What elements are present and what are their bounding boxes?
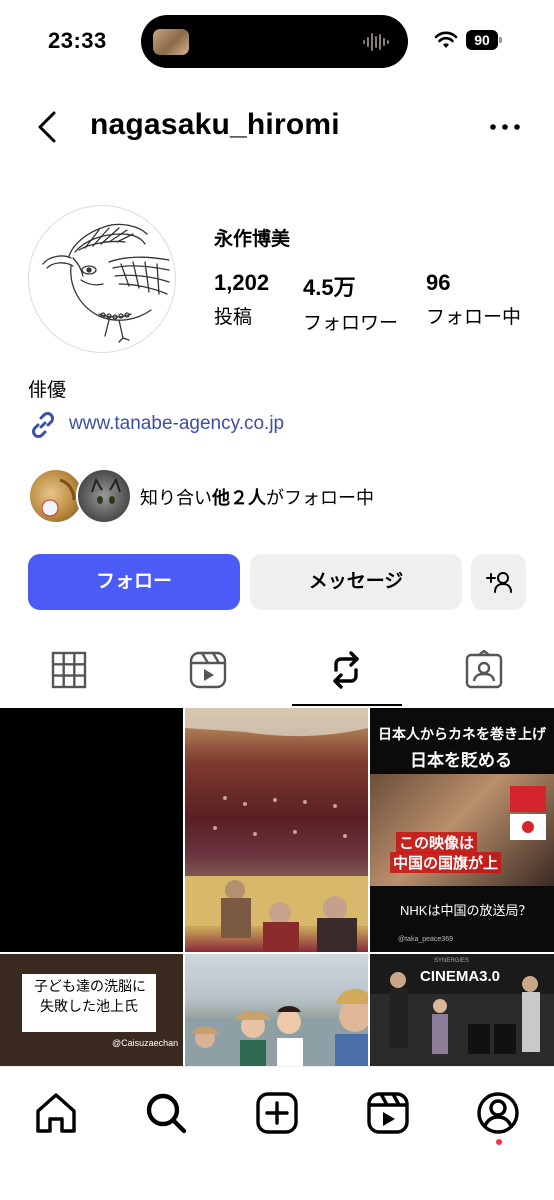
concert-hall-photo (185, 708, 368, 952)
profile-username: nagasaku_hiromi (90, 108, 340, 141)
profile-tabs (0, 640, 554, 706)
profile-nav-icon[interactable] (476, 1091, 520, 1135)
battery-icon: 90 (466, 30, 504, 50)
profile-link-text[interactable]: www.tanabe-agency.co.jp (69, 413, 284, 435)
reels-icon (189, 651, 227, 689)
profile-bio: 俳優 (28, 380, 67, 401)
message-button[interactable]: メッセージ (250, 554, 462, 610)
grid-post[interactable] (185, 954, 368, 1066)
active-tab-indicator (292, 704, 402, 706)
follow-button[interactable]: フォロー (28, 554, 240, 610)
post-caption: 中国の国旗が上 (390, 852, 502, 873)
mutual-count: 他２人 (212, 488, 266, 508)
post-grid: 日本人からカネを巻き上げ 日本を貶める この映像は 中国の国旗が上 NHKは中国… (0, 708, 554, 1066)
grid-post[interactable] (185, 708, 368, 952)
home-icon[interactable] (34, 1091, 78, 1135)
post-handle: @Caisuzaechan (112, 1038, 179, 1048)
profile-header: nagasaku_hiromi (0, 95, 554, 159)
create-post-icon[interactable] (255, 1091, 299, 1135)
tab-tagged[interactable] (414, 640, 552, 706)
post-caption: 日本を貶める (410, 751, 512, 770)
grid-post[interactable] (0, 708, 183, 952)
stat-value: 4.5万 (303, 275, 356, 300)
cat-photo-icon (91, 477, 121, 504)
now-playing-thumbnail (153, 29, 189, 55)
stat-posts[interactable]: 1,202 投稿 (214, 270, 269, 329)
stat-following[interactable]: 96 フォロー中 (426, 270, 521, 329)
battery-level: 90 (466, 30, 498, 50)
reels-nav-icon[interactable] (366, 1091, 410, 1135)
post-caption: 失敗した池上氏 (40, 998, 138, 1014)
tab-grid[interactable] (0, 640, 138, 706)
group-photo (185, 989, 368, 1066)
wifi-icon (434, 31, 458, 48)
post-brand: SYNERGIES (434, 958, 470, 964)
post-caption: NHKは中国の放送局？ (400, 903, 532, 918)
back-chevron-icon[interactable] (32, 109, 62, 145)
repost-icon (333, 651, 359, 689)
post-handle: @taka_peace369 (398, 936, 453, 943)
tagged-icon (465, 650, 503, 689)
tab-reels[interactable] (138, 640, 276, 706)
stat-label: フォロー中 (426, 307, 522, 328)
grid-post[interactable]: 日本人からカネを巻き上げ 日本を貶める この映像は 中国の国旗が上 NHKは中国… (370, 708, 554, 952)
bottom-tab-bar (0, 1066, 554, 1200)
mutual-followers[interactable]: 知り合い他２人がフォロー中 (28, 468, 528, 526)
more-options-icon[interactable] (488, 115, 522, 139)
japan-flag (510, 814, 546, 840)
china-flag (510, 786, 546, 812)
search-icon[interactable] (144, 1091, 188, 1135)
stat-label: 投稿 (214, 307, 253, 328)
stat-label: フォロワー (303, 313, 399, 334)
mutual-suffix: がフォロー中 (266, 488, 374, 508)
mutual-prefix: 知り合い (140, 488, 212, 508)
grid-post[interactable]: 子ども達の洗脳に 失敗した池上氏 @Caisuzaechan (0, 954, 183, 1066)
stat-followers[interactable]: 4.5万 フォロワー (303, 270, 398, 335)
bird-drawing-icon (42, 223, 170, 343)
status-time: 23:33 (48, 28, 107, 53)
profile-avatar[interactable] (28, 205, 176, 353)
status-bar: 23:33 90 (0, 0, 554, 84)
link-icon (32, 412, 54, 438)
suggest-user-button[interactable] (471, 554, 526, 610)
dynamic-island[interactable] (141, 15, 408, 68)
grid-post[interactable]: SYNERGIES CINEMA3.0 (370, 954, 554, 1066)
mutual-avatar (76, 468, 132, 524)
post-caption: 子ども達の洗脳に (34, 978, 146, 994)
post-caption: この映像は (396, 832, 478, 853)
post-caption: CINEMA3.0 (420, 968, 501, 985)
grid-icon (51, 651, 87, 689)
notification-dot (496, 1139, 502, 1145)
add-user-icon (486, 572, 512, 593)
stat-value: 96 (426, 270, 451, 295)
post-caption: 日本人からカネを巻き上げ (378, 726, 546, 742)
tab-reposts[interactable] (276, 640, 414, 706)
stat-value: 1,202 (214, 270, 270, 295)
mutual-followers-text: 知り合い他２人がフォロー中 (140, 484, 374, 510)
profile-full-name: 永作博美 (214, 229, 291, 250)
audio-wave-icon (363, 33, 389, 51)
